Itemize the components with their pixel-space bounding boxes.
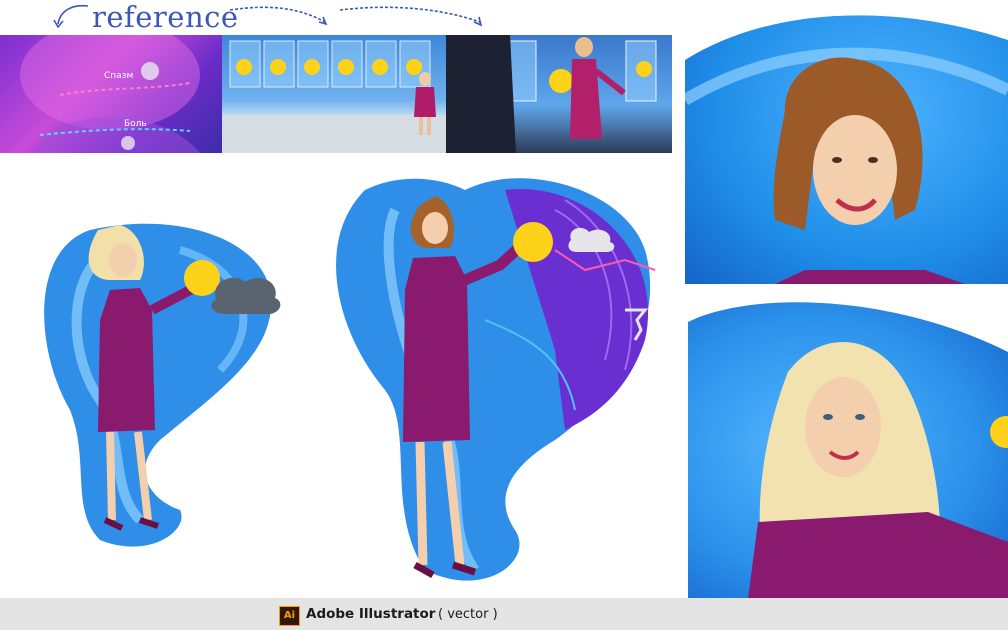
sun-icon — [184, 260, 220, 296]
illustration-blonde-presenter — [44, 223, 281, 547]
illustration-brunette-presenter — [336, 178, 656, 581]
reference-photo-presenter — [446, 35, 672, 153]
reference-photo-weather-studio — [222, 35, 446, 153]
closeup-brunette — [685, 0, 1008, 284]
software-name: Adobe Illustrator — [306, 606, 436, 622]
ref-word-spasm: Спазм — [104, 71, 134, 81]
footer-bar — [0, 598, 1008, 630]
format-note: ( vector ) — [438, 607, 498, 622]
sun-icon — [990, 416, 1008, 448]
ref-word-pain: Боль — [124, 119, 147, 129]
cloud-icon — [211, 277, 281, 314]
sun-icon — [513, 222, 553, 262]
reference-photo-anatomy: Спазм Боль — [0, 35, 222, 153]
arrow-curve-icon — [53, 4, 483, 29]
adobe-illustrator-icon: Ai — [279, 606, 300, 626]
closeup-blonde — [688, 292, 1008, 599]
